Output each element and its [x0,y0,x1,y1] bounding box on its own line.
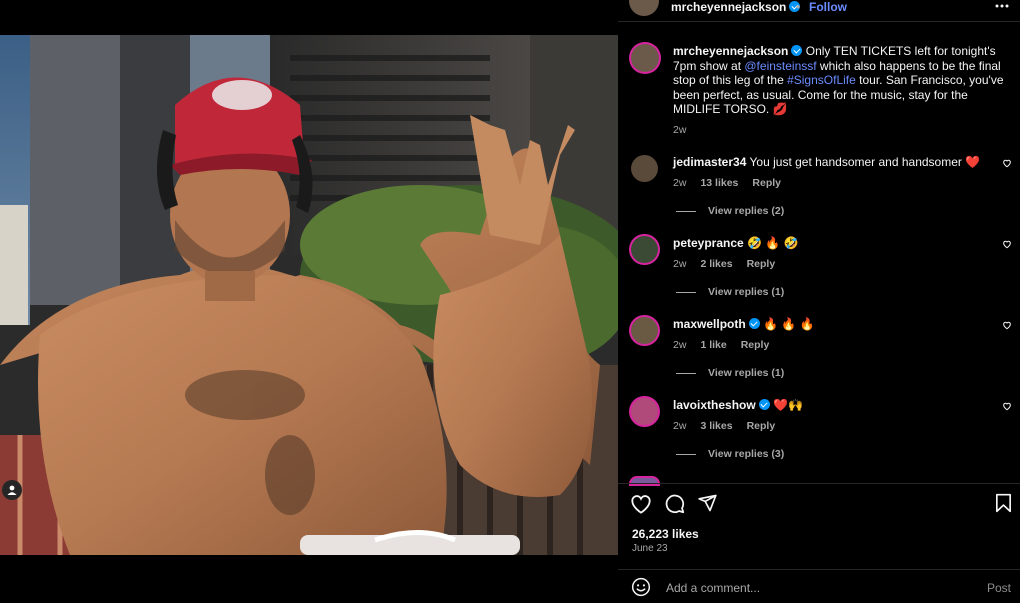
post-image [0,35,618,555]
comment-likes[interactable]: 13 likes [700,177,738,189]
mention-link[interactable]: @feinsteinssf [744,59,816,73]
comment-body: jedimaster34 You just get handsomer and … [673,155,993,169]
like-comment-heart-icon[interactable] [1002,158,1012,168]
comment-meta: 2w 13 likes Reply [673,177,795,189]
comment-text: 🔥 🔥 🔥 [763,317,815,331]
comment-likes[interactable]: 3 likes [700,420,732,432]
comment-meta: 2w 3 likes Reply [673,420,789,432]
reply-button[interactable]: Reply [752,177,781,189]
comment-likes[interactable]: 2 likes [700,258,732,270]
commenter-username[interactable]: maxwellpoth [673,317,760,331]
comment-meta: 2w 1 like Reply [673,339,783,351]
verified-badge-icon [758,399,770,410]
media-panel [0,0,618,603]
follow-button[interactable]: Follow [809,0,847,14]
comment-time: 2w [673,258,687,270]
commenter-username[interactable]: jedimaster34 [673,155,746,169]
comment-body: maxwellpoth 🔥 🔥 🔥 [673,317,993,331]
user-icon [7,485,17,495]
hashtag-link[interactable]: #SignsOfLife [787,73,856,87]
view-replies-button[interactable]: View replies (2) [676,205,784,217]
view-replies-button[interactable]: View replies (1) [676,367,784,379]
comment-meta: 2w 2 likes Reply [673,258,789,270]
caption-username[interactable]: mrcheyennejackson [673,44,803,58]
like-comment-heart-icon[interactable] [1002,320,1012,330]
tagged-users-button[interactable] [2,480,22,500]
author-username[interactable]: mrcheyennejackson [671,0,801,14]
comment-body: lavoixtheshow ❤️🙌 [673,398,993,412]
reply-button[interactable]: Reply [747,420,776,432]
commenter-avatar[interactable] [631,398,658,425]
commenter-avatar[interactable] [631,236,658,263]
reply-button[interactable]: Reply [741,339,770,351]
caption: mrcheyennejackson Only TEN TICKETS left … [673,44,1013,138]
reply-button[interactable]: Reply [747,258,776,270]
comment-text: 🤣 🔥 🤣 [747,236,799,250]
view-replies-button[interactable]: View replies (1) [676,286,784,298]
share-send-icon[interactable] [697,493,718,513]
comment-text: ❤️🙌 [773,398,803,412]
add-comment-bar: Post [618,572,1020,603]
commenter-avatar[interactable] [631,317,658,344]
caption-avatar[interactable] [631,44,659,72]
post-header: mrcheyennejackson • Follow [618,0,1020,16]
more-horizontal-icon[interactable] [995,4,1009,8]
actions-divider [618,483,1020,484]
commenter-username[interactable]: lavoixtheshow [673,398,770,412]
comment-body: peteyprance 🤣 🔥 🤣 [673,236,993,250]
commenter-avatar[interactable] [631,155,658,182]
verified-badge-icon [748,318,760,329]
comment-text: You just get handsomer and handsomer ❤️ [749,155,981,169]
caption-time: 2w [673,123,687,136]
verified-badge-icon [791,45,803,56]
comment-divider [618,569,1020,570]
comment-time: 2w [673,339,687,351]
view-replies-button[interactable]: View replies (3) [676,448,784,460]
likes-count[interactable]: 26,223 likes [632,527,699,541]
like-comment-heart-icon[interactable] [1002,401,1012,411]
author-avatar[interactable] [629,0,659,16]
post-photo[interactable] [0,35,618,555]
comment-input[interactable] [664,580,968,596]
post-comment-button[interactable]: Post [987,581,1011,595]
post-details-panel: mrcheyennejackson • Follow mrcheyennejac… [618,0,1020,603]
save-bookmark-icon[interactable] [995,493,1012,513]
comment-time: 2w [673,420,687,432]
header-separator: • [796,0,801,14]
post-actions [630,492,1012,516]
comment-likes[interactable]: 1 like [700,339,726,351]
post-date: June 23 [632,543,668,554]
comment-bubble-icon[interactable] [664,493,685,514]
header-divider [618,21,1020,22]
commenter-username[interactable]: peteyprance [673,236,744,250]
like-comment-heart-icon[interactable] [1002,239,1012,249]
emoji-smiley-icon[interactable] [631,577,651,597]
like-heart-icon[interactable] [630,494,652,514]
comment-time: 2w [673,177,687,189]
